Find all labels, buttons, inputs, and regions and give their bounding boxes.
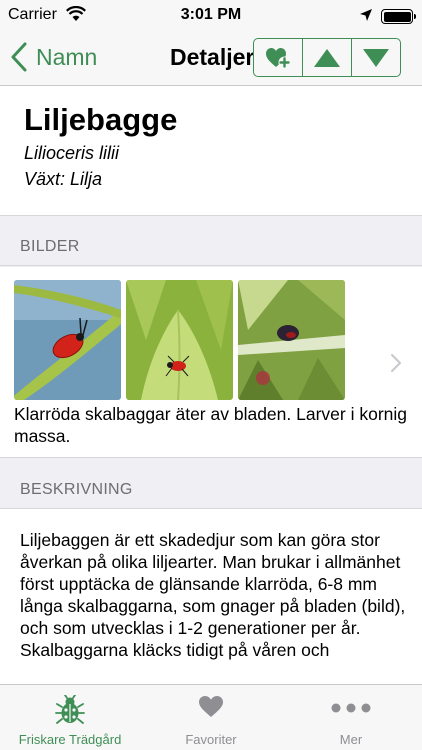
scroll-right-chevron-icon[interactable] xyxy=(390,353,402,373)
location-icon xyxy=(360,9,372,21)
add-favorite-icon xyxy=(266,47,291,68)
beetle-photo-3[interactable] xyxy=(238,280,345,400)
status-bar: Carrier 3:01 PM xyxy=(0,0,422,32)
add-favorite-button[interactable] xyxy=(254,39,303,76)
images-caption: Klarröda skalbaggar äter av bladen. Larv… xyxy=(14,404,407,446)
images-section-title: BILDER xyxy=(20,238,80,255)
tab-label-friskare-tradgard: Friskare Trädgård xyxy=(18,732,122,747)
species-name: Liljebagge xyxy=(24,102,178,137)
description-section-title: BESKRIVNING xyxy=(20,481,133,498)
more-icon xyxy=(331,703,371,713)
back-chevron-icon xyxy=(11,42,27,72)
navigation-bar: Namn Detaljer xyxy=(0,32,422,86)
tab-friskare-tradgard[interactable]: Friskare Trädgård xyxy=(0,685,140,750)
tab-bar: Friskare Trädgård Favoriter Mer xyxy=(0,684,422,750)
host-plant: Växt: Lilja xyxy=(24,169,103,189)
page-title: Detaljer xyxy=(170,44,255,70)
next-icon xyxy=(363,48,389,67)
tab-favoriter[interactable]: Favoriter xyxy=(141,685,281,750)
tab-mer[interactable]: Mer xyxy=(281,685,421,750)
heart-icon xyxy=(199,696,223,717)
description-section-header: BESKRIVNING xyxy=(0,459,422,509)
nav-segmented-control xyxy=(253,38,401,77)
description-text: Liljebaggen är ett skadedjur som kan gör… xyxy=(20,530,406,660)
images-section-header: BILDER xyxy=(0,216,422,266)
next-button[interactable] xyxy=(352,39,400,76)
previous-button[interactable] xyxy=(303,39,352,76)
beetle-photo-1[interactable] xyxy=(14,280,121,400)
back-button[interactable]: Namn xyxy=(10,40,97,74)
species-header: Liljebagge Lilioceris lilii Växt: Lilja xyxy=(0,86,422,216)
back-label: Namn xyxy=(36,43,98,70)
latin-name: Lilioceris lilii xyxy=(24,143,120,163)
beetle-icon xyxy=(55,695,85,724)
previous-icon xyxy=(314,48,340,67)
beetle-photo-2[interactable] xyxy=(126,280,233,400)
images-section: Klarröda skalbaggar äter av bladen. Larv… xyxy=(0,267,422,458)
tab-label-mer: Mer xyxy=(339,732,363,747)
battery-icon xyxy=(381,9,416,24)
description-section: Liljebaggen är ett skadedjur som kan gör… xyxy=(0,509,422,684)
tab-label-favoriter: Favoriter xyxy=(185,732,237,747)
